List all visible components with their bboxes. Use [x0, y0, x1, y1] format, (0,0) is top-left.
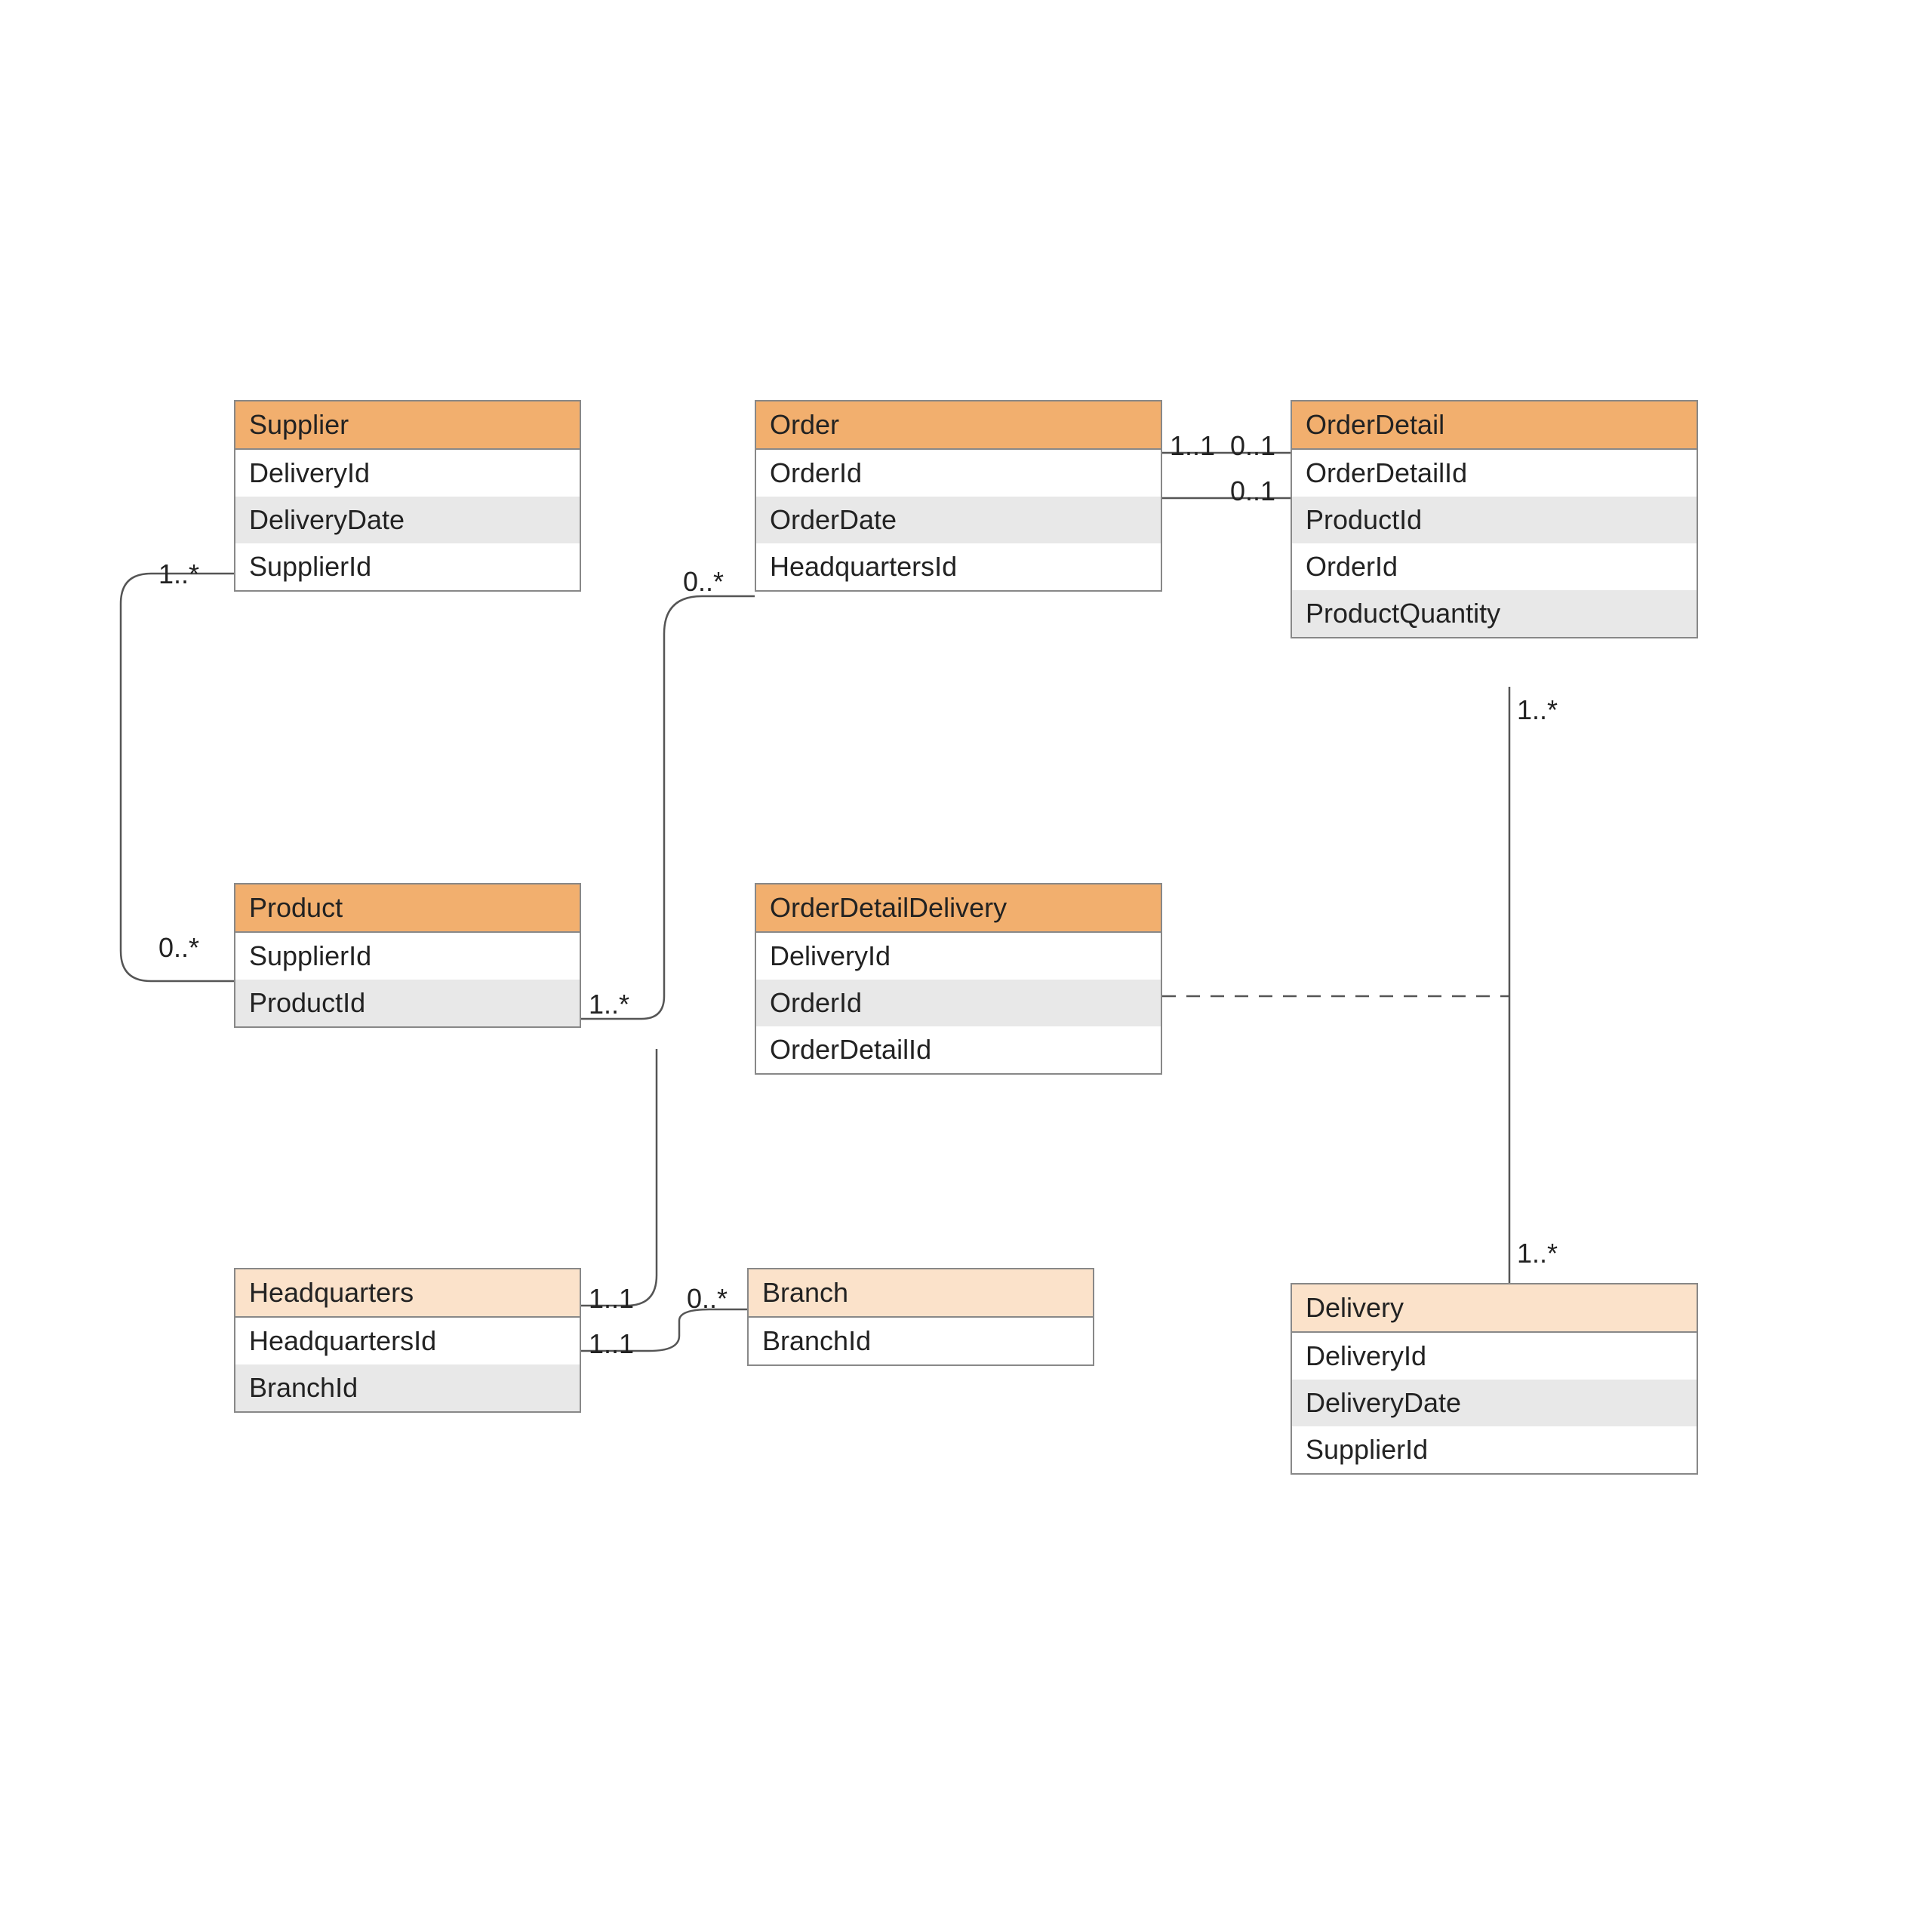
entity-attr: ProductQuantity — [1292, 590, 1697, 637]
entity-attr: HeadquartersId — [235, 1318, 580, 1364]
entity-attr: ProductId — [1292, 497, 1697, 543]
entity-attr: DeliveryDate — [235, 497, 580, 543]
mult-product-right: 1..* — [589, 989, 629, 1020]
entity-headquarters: Headquarters HeadquartersId BranchId — [234, 1268, 581, 1413]
mult-hq-right1: 1..1 — [589, 1283, 634, 1315]
mult-orderdetail-under: 1..* — [1517, 694, 1558, 726]
mult-orderdetail-top2: 0..1 — [1230, 475, 1275, 507]
entity-delivery: Delivery DeliveryId DeliveryDate Supplie… — [1291, 1283, 1698, 1475]
mult-delivery-over: 1..* — [1517, 1238, 1558, 1269]
entity-attr: OrderId — [1292, 543, 1697, 590]
mult-branch-left: 0..* — [687, 1283, 728, 1315]
entity-attr: OrderDetailId — [756, 1026, 1161, 1073]
entity-title: OrderDetail — [1292, 401, 1697, 450]
entity-attr: SupplierId — [235, 933, 580, 980]
entity-attr: OrderId — [756, 980, 1161, 1026]
entity-order: Order OrderId OrderDate HeadquartersId — [755, 400, 1162, 592]
mult-order-left: 0..* — [683, 566, 724, 598]
entity-title: Branch — [749, 1269, 1093, 1318]
entity-attr: OrderDate — [756, 497, 1161, 543]
entity-attr: DeliveryId — [756, 933, 1161, 980]
entity-attr: OrderId — [756, 450, 1161, 497]
er-diagram-canvas: Supplier DeliveryId DeliveryDate Supplie… — [0, 0, 1932, 1932]
entity-attr: DeliveryDate — [1292, 1380, 1697, 1426]
entity-title: Order — [756, 401, 1161, 450]
link-hq-order — [581, 1049, 657, 1306]
entity-title: Product — [235, 884, 580, 933]
entity-attr: SupplierId — [1292, 1426, 1697, 1473]
entity-title: Delivery — [1292, 1284, 1697, 1333]
entity-title: Headquarters — [235, 1269, 580, 1318]
entity-attr: SupplierId — [235, 543, 580, 590]
entity-orderdetail: OrderDetail OrderDetailId ProductId Orde… — [1291, 400, 1698, 638]
entity-title: Supplier — [235, 401, 580, 450]
entity-attr: DeliveryId — [1292, 1333, 1697, 1380]
entity-attr: DeliveryId — [235, 450, 580, 497]
mult-orderdetail-top1: 0..1 — [1230, 430, 1275, 462]
link-product-order — [581, 596, 755, 1019]
entity-attr: HeadquartersId — [756, 543, 1161, 590]
entity-product: Product SupplierId ProductId — [234, 883, 581, 1028]
mult-supplier-left: 1..* — [158, 558, 199, 590]
mult-product-left: 0..* — [158, 932, 199, 964]
entity-attr: ProductId — [235, 980, 580, 1026]
entity-attr: BranchId — [235, 1364, 580, 1411]
entity-branch: Branch BranchId — [747, 1268, 1094, 1366]
entity-title: OrderDetailDelivery — [756, 884, 1161, 933]
entity-orderdetaildelivery: OrderDetailDelivery DeliveryId OrderId O… — [755, 883, 1162, 1075]
entity-attr: BranchId — [749, 1318, 1093, 1364]
entity-supplier: Supplier DeliveryId DeliveryDate Supplie… — [234, 400, 581, 592]
mult-hq-right2: 1..1 — [589, 1328, 634, 1360]
entity-attr: OrderDetailId — [1292, 450, 1697, 497]
link-supplier-product — [121, 574, 234, 981]
mult-order-right: 1..1 — [1170, 430, 1215, 462]
